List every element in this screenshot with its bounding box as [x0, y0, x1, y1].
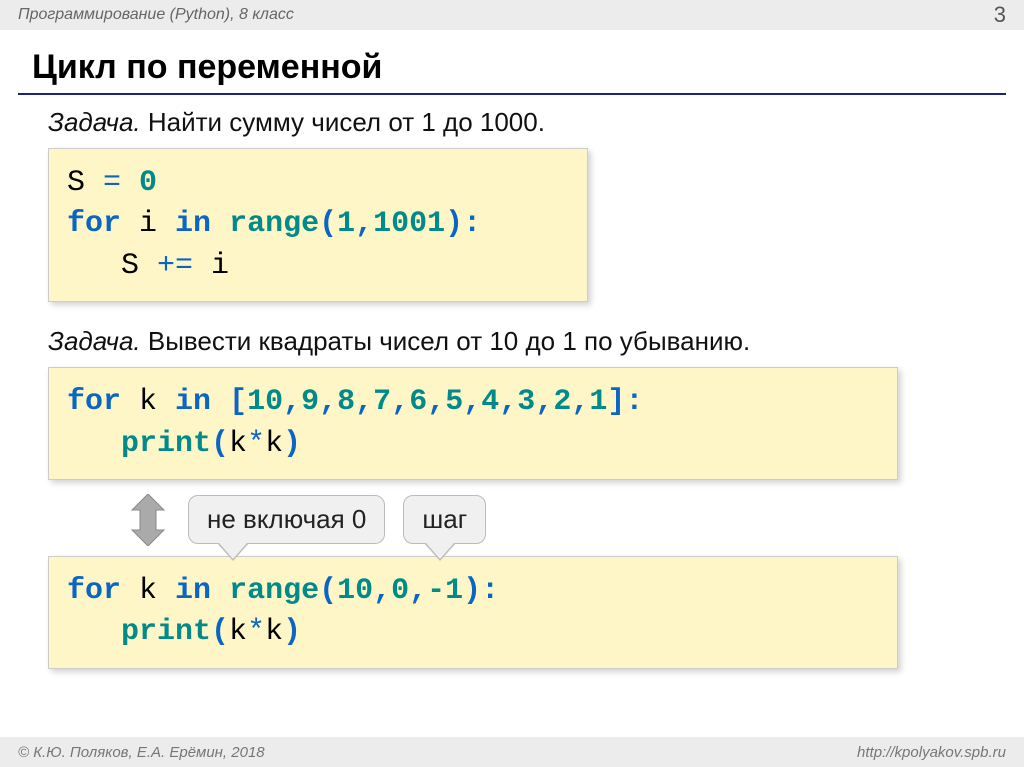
task-2-text: Вывести квадраты чисел от 10 до 1 по убы…: [141, 326, 751, 356]
code-box-1: S = 0 for i in range(1,1001): S += i: [48, 148, 588, 302]
task-1: Задача. Найти сумму чисел от 1 до 1000.: [48, 107, 976, 138]
header-bar: Программирование (Python), 8 класс 3: [0, 0, 1024, 30]
task-1-text: Найти сумму чисел от 1 до 1000.: [141, 107, 545, 137]
task-2: Задача. Вывести квадраты чисел от 10 до …: [48, 326, 976, 357]
course-name: Программирование (Python), 8 класс: [18, 6, 294, 24]
page-number: 3: [994, 2, 1006, 28]
task-2-label: Задача.: [48, 326, 141, 356]
equivalence-row: не включая 0 шаг: [128, 494, 976, 546]
callouts: не включая 0 шаг: [188, 495, 486, 544]
slide: Программирование (Python), 8 класс 3 Цик…: [0, 0, 1024, 767]
task-1-label: Задача.: [48, 107, 141, 137]
title-underline: [18, 93, 1006, 95]
slide-title: Цикл по переменной: [0, 30, 1024, 93]
copyright: © К.Ю. Поляков, Е.А. Ерёмин, 2018: [18, 744, 265, 761]
up-down-arrow-icon: [128, 494, 168, 546]
code-box-2: for k in [10,9,8,7,6,5,4,3,2,1]: print(k…: [48, 367, 898, 480]
content: Задача. Найти сумму чисел от 1 до 1000. …: [0, 107, 1024, 687]
site-url: http://kpolyakov.spb.ru: [857, 744, 1006, 761]
callout-not-including-zero: не включая 0: [188, 495, 385, 544]
footer-bar: © К.Ю. Поляков, Е.А. Ерёмин, 2018 http:/…: [0, 737, 1024, 767]
callout-step: шаг: [403, 495, 486, 544]
code-box-3: for k in range(10,0,-1): print(k*k): [48, 556, 898, 669]
